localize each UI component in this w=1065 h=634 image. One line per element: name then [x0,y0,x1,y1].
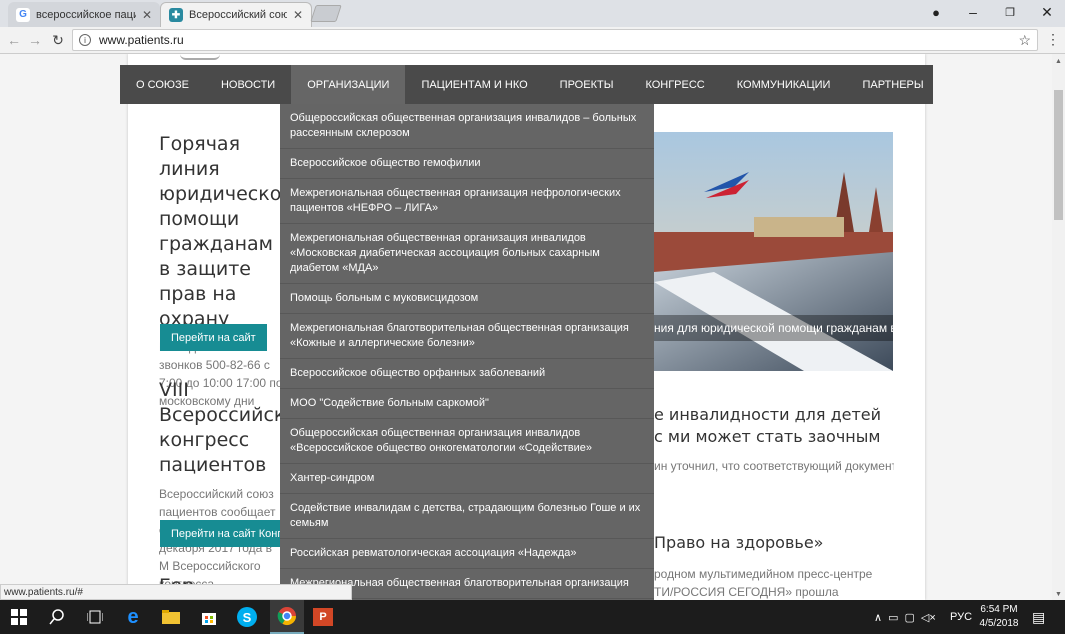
scroll-up-icon[interactable]: ▲ [1055,58,1062,65]
dropdown-item[interactable]: Межрегиональная общественная организация… [280,179,654,224]
menu-kebab-icon[interactable]: ⋮ [1046,31,1060,48]
page-scrollbar[interactable]: ▲ ▼ [1052,54,1065,600]
language-indicator[interactable]: РУС [950,600,972,634]
file-explorer-icon[interactable] [158,604,184,630]
network-icon[interactable]: ▭ [888,611,898,624]
tray-icons[interactable]: ∧ ▭ ▢ ◁× [874,600,936,634]
bookmark-star-icon[interactable]: ☆ [1018,32,1031,49]
browser-tab-1[interactable]: G всероссийское пациент ✕ [8,2,160,27]
new-tab-button[interactable] [310,5,342,22]
site-favicon-icon: ✚ [169,8,183,22]
news-disability: е инвалидности для детей с ми может стат… [654,404,894,475]
skype-icon[interactable]: S [234,604,260,630]
dropdown-item[interactable]: МОО "Содействие больным саркомой" [280,389,654,419]
dropdown-item[interactable]: Общероссийская общественная организация … [280,104,654,149]
nav-item-projects[interactable]: ПРОЕКТЫ [544,65,630,104]
nav-item-about[interactable]: О СОЮЗЕ [120,65,205,104]
display-icon[interactable]: ▢ [904,611,914,624]
article-title[interactable]: Горячая линия юридической помощи граждан… [159,132,284,332]
powerpoint-icon[interactable]: P [310,604,336,630]
reload-icon[interactable]: ↻ [48,31,68,49]
volume-icon[interactable]: ◁× [921,611,936,624]
close-window-button[interactable]: ✕ [1029,0,1065,24]
chrome-icon[interactable] [270,600,304,634]
dropdown-item[interactable]: Помощь больным с муковисцидозом [280,284,654,314]
browser-tab-2[interactable]: ✚ Всероссийский союз па ✕ [160,2,312,27]
clock-time: 6:54 PM [980,604,1018,615]
tab-title: Всероссийский союз па [189,9,287,21]
article-title[interactable]: VIII Всероссийский конгресс пациентов [159,378,284,478]
dropdown-item[interactable]: Российская ревматологическая ассоциация … [280,539,654,569]
dropdown-item[interactable]: Межрегиональная благотворительная общест… [280,314,654,359]
tab-title: всероссийское пациент [36,8,136,21]
search-icon[interactable] [44,604,70,630]
page-viewport: О СОЮЗЕ НОВОСТИ ОРГАНИЗАЦИИ ПАЦИЕНТАМ И … [0,54,1052,600]
url-text: www.patients.ru [99,33,184,47]
scroll-down-icon[interactable]: ▼ [1055,591,1062,598]
article-hotline: Горячая линия юридической помощи граждан… [159,132,284,410]
windows-start-icon[interactable] [6,604,32,630]
logo-fragment [180,54,220,60]
dropdown-item[interactable]: Общероссийская общественная организация … [280,419,654,464]
dropdown-item[interactable]: Всероссийское общество орфанных заболева… [280,359,654,389]
close-tab-icon[interactable]: ✕ [142,8,152,22]
nav-item-patients[interactable]: ПАЦИЕНТАМ И НКО [405,65,543,104]
nav-item-partners[interactable]: ПАРТНЕРЫ [846,65,939,104]
organizations-dropdown: Общероссийская общественная организация … [280,104,654,600]
dropdown-item[interactable]: Хантер-синдром [280,464,654,494]
nav-item-communications[interactable]: КОММУНИКАЦИИ [721,65,847,104]
goto-congress-button[interactable]: Перейти на сайт Конгресса [160,520,282,547]
store-icon[interactable] [196,604,222,630]
news-title[interactable]: Право на здоровье» [654,532,894,554]
chevron-up-icon[interactable]: ∧ [874,611,882,624]
windows-taskbar: e S P ∧ ▭ ▢ ◁× РУС 6:54 PM 4/5/2018 ▤ [0,600,1065,634]
status-url: www.patients.ru/# [0,584,352,600]
nav-item-organizations[interactable]: ОРГАНИЗАЦИИ [291,65,406,104]
clock[interactable]: 6:54 PM 4/5/2018 [978,600,1020,634]
address-bar[interactable]: i www.patients.ru ☆ [72,29,1038,51]
task-view-icon[interactable] [82,604,108,630]
scroll-thumb[interactable] [1054,90,1063,220]
goto-site-button[interactable]: Перейти на сайт [160,324,267,351]
nav-item-news[interactable]: НОВОСТИ [205,65,291,104]
news-health-right: Право на здоровье» родном мультимедийном… [654,532,894,600]
browser-tabstrip: G всероссийское пациент ✕ ✚ Всероссийски… [0,0,1065,27]
news-text: родном мультимедийном пресс-центре ТИ/РО… [654,567,873,599]
news-text: ин уточнил, что соответствующий документ [654,459,894,473]
nav-item-congress[interactable]: КОНГРЕСС [629,65,720,104]
back-icon[interactable]: ← [4,31,24,49]
article-congress: VIII Всероссийский конгресс пациентов Вс… [159,378,284,593]
main-nav: О СОЮЗЕ НОВОСТИ ОРГАНИЗАЦИИ ПАЦИЕНТАМ И … [120,65,933,104]
edge-icon[interactable]: e [120,604,146,630]
profile-icon[interactable]: ● [918,0,954,24]
dropdown-item[interactable]: Межрегиональная общественная организация… [280,224,654,284]
restore-button[interactable]: ❐ [992,0,1028,24]
news-title[interactable]: е инвалидности для детей с ми может стат… [654,404,894,448]
dropdown-item[interactable]: Содействие инвалидам с детства, страдающ… [280,494,654,539]
close-tab-icon[interactable]: ✕ [293,8,303,22]
info-icon[interactable]: i [79,34,91,46]
minimize-button[interactable]: – [955,0,991,24]
clock-date: 4/5/2018 [979,618,1019,629]
forward-icon[interactable]: → [25,31,45,49]
slider-caption[interactable]: ния для юридической помощи гражданам в [654,315,893,341]
browser-toolbar: ← → ↻ i www.patients.ru ☆ ⋮ [0,27,1065,54]
news-slider[interactable]: ния для юридической помощи гражданам в [654,132,893,371]
notifications-icon[interactable]: ▤ [1032,600,1045,634]
google-icon: G [16,7,30,22]
dropdown-item[interactable]: Всероссийское общество гемофилии [280,149,654,179]
